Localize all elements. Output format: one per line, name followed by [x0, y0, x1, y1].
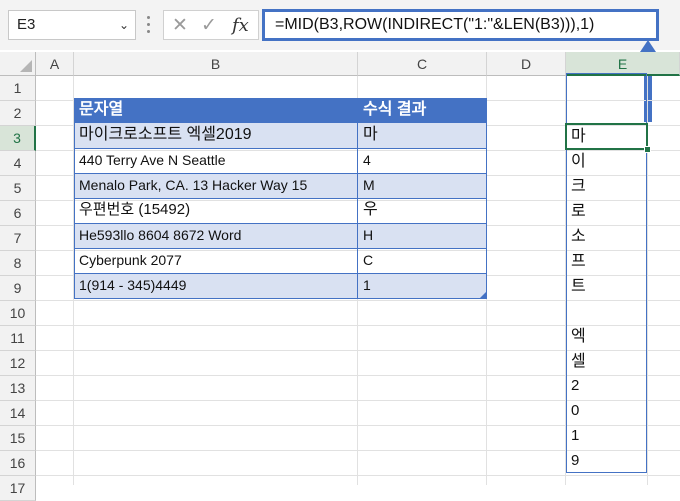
fill-handle[interactable] — [644, 146, 651, 153]
formula-bar-area: E3 ⌄ ✕ ✓ fx =MID(B3,ROW(INDIRECT("1:"&LE… — [0, 0, 680, 50]
row-header-10[interactable]: 10 — [0, 301, 36, 326]
row-header-7[interactable]: 7 — [0, 226, 36, 251]
table-row-text[interactable]: 마이크로소프트 엑셀2019 — [74, 123, 358, 148]
row-header-16[interactable]: 16 — [0, 451, 36, 476]
row-header-5[interactable]: 5 — [0, 176, 36, 201]
spill-cell[interactable]: 2 — [566, 373, 647, 398]
row-header-6[interactable]: 6 — [0, 201, 36, 226]
row-header-3[interactable]: 3 — [0, 126, 36, 151]
table-row-result[interactable]: M — [358, 173, 487, 198]
column-header-d[interactable]: D — [487, 52, 566, 76]
row-header-17[interactable]: 17 — [0, 476, 36, 501]
spill-cell[interactable]: 소 — [566, 223, 647, 248]
table-row-result[interactable]: 1 — [358, 273, 487, 298]
spill-cell[interactable]: 프 — [566, 248, 647, 273]
row-header-8[interactable]: 8 — [0, 251, 36, 276]
table-row-text[interactable]: He593llo 8604 8672 Word — [74, 223, 358, 248]
formula-input[interactable]: =MID(B3,ROW(INDIRECT("1:"&LEN(B3))),1) — [262, 9, 659, 41]
table-row-result[interactable]: 마 — [358, 123, 487, 148]
row-header-2[interactable]: 2 — [0, 101, 36, 126]
row-header-14[interactable]: 14 — [0, 401, 36, 426]
table-header-result[interactable]: 수식 결과 — [358, 98, 487, 123]
spill-cell[interactable]: 9 — [566, 448, 647, 473]
table-row-result[interactable]: 4 — [358, 148, 487, 173]
table-row-text[interactable]: 1(914 - 345)4449 — [74, 273, 358, 298]
table-row-result[interactable]: C — [358, 248, 487, 273]
row-header-12[interactable]: 12 — [0, 351, 36, 376]
row-header-4[interactable]: 4 — [0, 151, 36, 176]
spill-cell[interactable]: 1 — [566, 423, 647, 448]
name-box[interactable]: E3 ⌄ — [8, 10, 136, 40]
formula-buttons: ✕ ✓ fx — [163, 10, 259, 40]
table-row-text[interactable]: 440 Terry Ave N Seattle — [74, 148, 358, 173]
spill-cell[interactable]: 엑 — [566, 323, 647, 348]
spill-cell[interactable]: 이 — [566, 148, 647, 173]
cancel-icon[interactable]: ✕ — [172, 14, 188, 36]
spill-cell[interactable]: 셀 — [566, 348, 647, 373]
table-row-text[interactable]: Menalo Park, CA. 13 Hacker Way 15 — [74, 173, 358, 198]
row-header-1[interactable]: 1 — [0, 76, 36, 101]
insert-function-icon[interactable]: fx — [232, 15, 249, 36]
chevron-down-icon[interactable]: ⌄ — [119, 11, 129, 39]
spill-cell[interactable]: 트 — [566, 273, 647, 298]
select-all-button[interactable] — [0, 52, 36, 76]
spill-cell[interactable]: 로 — [566, 198, 647, 223]
name-box-value: E3 — [17, 16, 36, 33]
table-row-result[interactable]: H — [358, 223, 487, 248]
table-row-text[interactable]: 우편번호 (15492) — [74, 198, 358, 223]
row-header-9[interactable]: 9 — [0, 276, 36, 301]
spill-cell[interactable] — [566, 298, 647, 323]
table-row-result[interactable]: 우 — [358, 198, 487, 223]
enter-icon[interactable]: ✓ — [201, 14, 217, 36]
row-header-15[interactable]: 15 — [0, 426, 36, 451]
column-header-a[interactable]: A — [36, 52, 74, 76]
row-header-11[interactable]: 11 — [0, 326, 36, 351]
column-header-b[interactable]: B — [74, 52, 358, 76]
column-header-c[interactable]: C — [358, 52, 487, 76]
drag-handle-icon[interactable] — [147, 16, 151, 34]
spill-cell[interactable]: 크 — [566, 173, 647, 198]
spill-cell[interactable]: 0 — [566, 398, 647, 423]
active-cell[interactable] — [565, 123, 648, 150]
table-header-text[interactable]: 문자열 — [74, 98, 358, 123]
table-row-text[interactable]: Cyberpunk 2077 — [74, 248, 358, 273]
table-resize-handle[interactable] — [480, 292, 486, 298]
row-header-13[interactable]: 13 — [0, 376, 36, 401]
